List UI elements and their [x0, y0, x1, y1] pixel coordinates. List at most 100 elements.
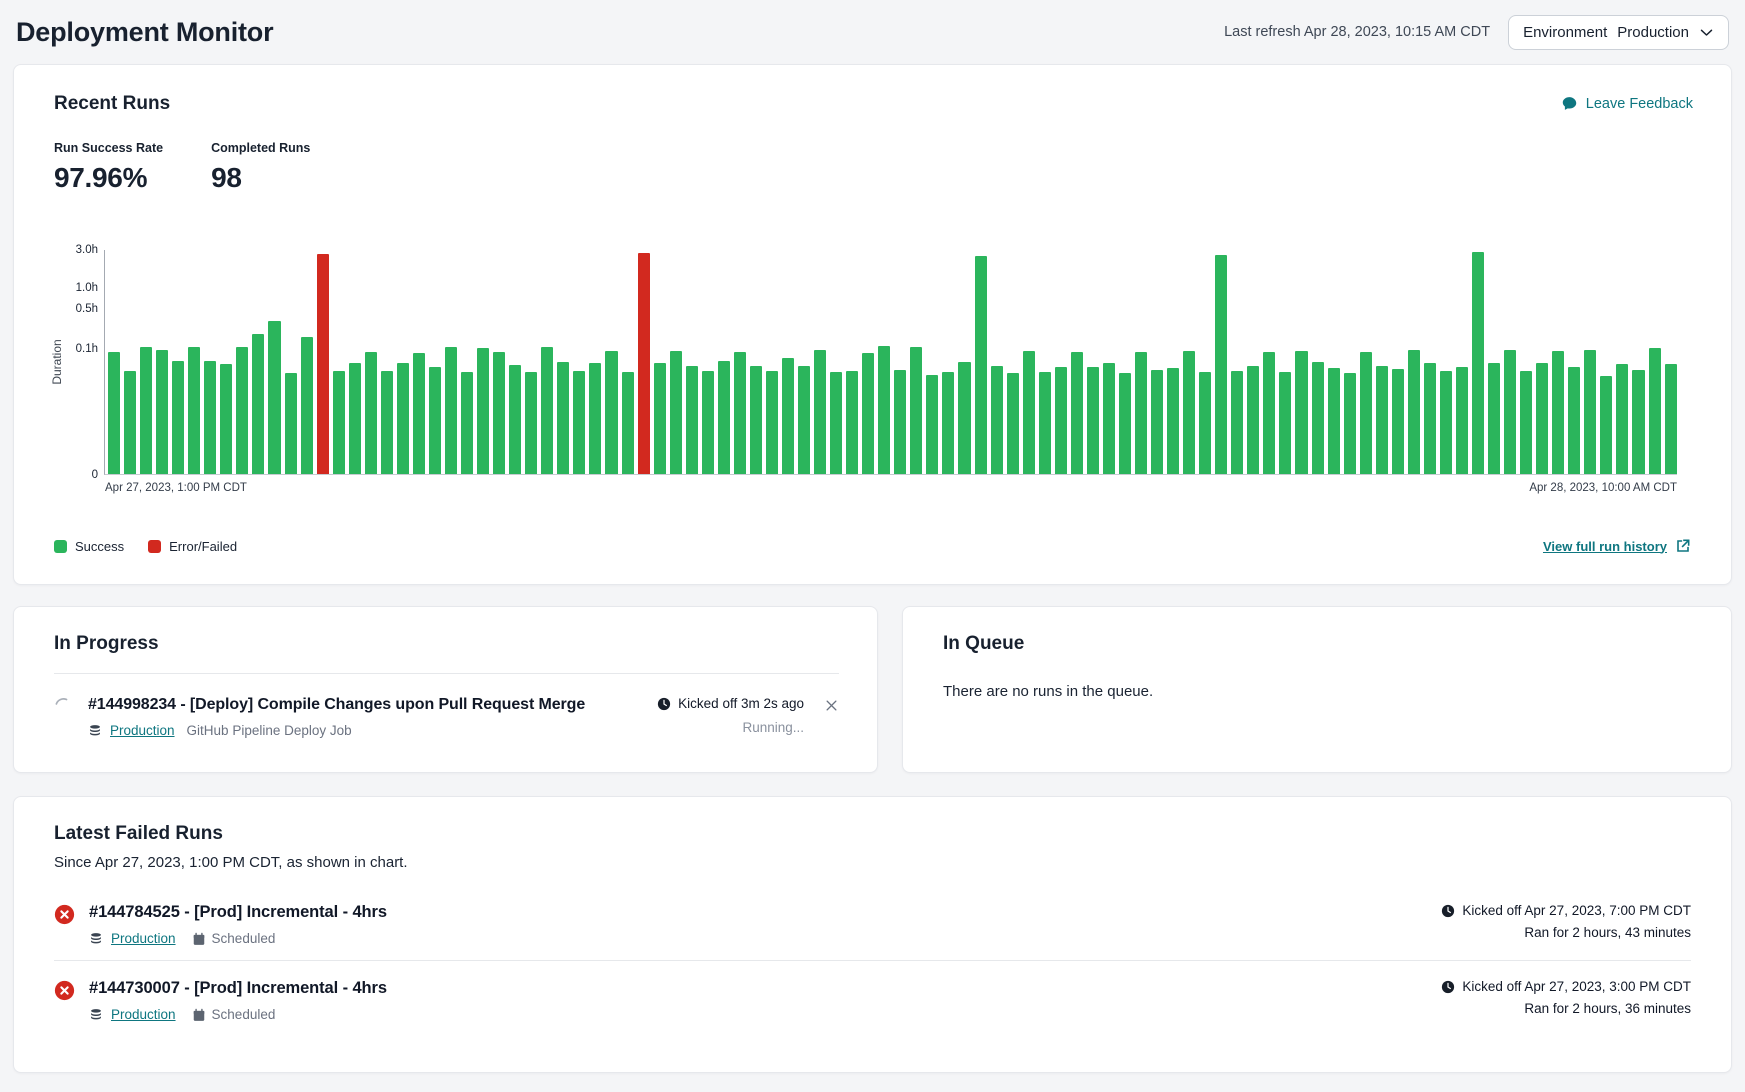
- run-bar-success[interactable]: [1279, 372, 1291, 474]
- run-bar-success[interactable]: [718, 361, 730, 474]
- run-bar-success[interactable]: [220, 364, 232, 474]
- run-bar-success[interactable]: [782, 358, 794, 474]
- run-bar-success[interactable]: [188, 347, 200, 474]
- run-bar-success[interactable]: [1424, 363, 1436, 474]
- run-bar-success[interactable]: [1600, 376, 1612, 474]
- run-bar-success[interactable]: [1536, 363, 1548, 474]
- run-bar-success[interactable]: [381, 371, 393, 474]
- view-full-run-history-link[interactable]: View full run history: [1543, 538, 1691, 554]
- run-bar-success[interactable]: [204, 361, 216, 474]
- run-bar-failed[interactable]: [638, 253, 650, 474]
- run-bar-failed[interactable]: [317, 254, 329, 474]
- run-bar-success[interactable]: [509, 365, 521, 474]
- run-bar-success[interactable]: [1616, 364, 1628, 474]
- run-bar-success[interactable]: [1055, 367, 1067, 474]
- run-bar-success[interactable]: [1119, 373, 1131, 474]
- run-bar-success[interactable]: [894, 370, 906, 474]
- run-bar-success[interactable]: [525, 372, 537, 474]
- run-bar-success[interactable]: [1295, 351, 1307, 474]
- run-bar-success[interactable]: [1007, 373, 1019, 474]
- run-bar-success[interactable]: [605, 351, 617, 474]
- run-bar-success[interactable]: [734, 352, 746, 474]
- run-bar-success[interactable]: [1151, 370, 1163, 475]
- run-bar-success[interactable]: [445, 347, 457, 474]
- run-bar-success[interactable]: [1087, 367, 1099, 474]
- run-bar-success[interactable]: [1360, 352, 1372, 474]
- run-bar-success[interactable]: [140, 347, 152, 474]
- leave-feedback-link[interactable]: Leave Feedback: [1561, 95, 1693, 112]
- run-bar-success[interactable]: [830, 372, 842, 474]
- run-bar-success[interactable]: [477, 348, 489, 474]
- run-bar-success[interactable]: [670, 351, 682, 474]
- run-bar-success[interactable]: [1071, 352, 1083, 474]
- run-bar-success[interactable]: [798, 366, 810, 474]
- run-bar-success[interactable]: [1183, 351, 1195, 474]
- run-bar-success[interactable]: [1552, 351, 1564, 475]
- close-icon[interactable]: [824, 698, 839, 713]
- run-bar-success[interactable]: [1376, 366, 1388, 475]
- run-bar-success[interactable]: [1488, 363, 1500, 474]
- run-bar-success[interactable]: [766, 371, 778, 474]
- run-bar-success[interactable]: [573, 371, 585, 474]
- run-bar-success[interactable]: [814, 350, 826, 474]
- run-bar-success[interactable]: [124, 371, 136, 474]
- run-bar-success[interactable]: [1039, 372, 1051, 474]
- failed-run-environment-link[interactable]: Production: [111, 931, 176, 946]
- run-bar-success[interactable]: [1504, 350, 1516, 474]
- run-bar-success[interactable]: [413, 353, 425, 474]
- run-bar-success[interactable]: [156, 350, 168, 474]
- run-bar-success[interactable]: [862, 353, 874, 475]
- run-bar-success[interactable]: [1247, 366, 1259, 474]
- run-bar-success[interactable]: [750, 366, 762, 475]
- run-bar-success[interactable]: [268, 321, 280, 474]
- run-bar-success[interactable]: [1584, 350, 1596, 474]
- run-bar-success[interactable]: [365, 352, 377, 474]
- run-bar-success[interactable]: [301, 337, 313, 474]
- run-bar-success[interactable]: [926, 375, 938, 474]
- run-bar-success[interactable]: [397, 363, 409, 474]
- run-bar-success[interactable]: [1440, 371, 1452, 474]
- run-bar-success[interactable]: [557, 362, 569, 474]
- run-bar-success[interactable]: [975, 256, 987, 474]
- run-bar-success[interactable]: [1408, 350, 1420, 474]
- run-environment-link[interactable]: Production: [110, 723, 175, 738]
- run-bar-success[interactable]: [991, 366, 1003, 475]
- run-bar-success[interactable]: [1568, 367, 1580, 474]
- run-bar-success[interactable]: [1649, 348, 1661, 474]
- run-bar-success[interactable]: [1632, 370, 1644, 475]
- run-bar-success[interactable]: [1665, 364, 1677, 474]
- run-bar-success[interactable]: [846, 371, 858, 474]
- run-bar-success[interactable]: [1231, 371, 1243, 474]
- run-bar-success[interactable]: [1135, 352, 1147, 474]
- run-bar-success[interactable]: [1328, 368, 1340, 474]
- run-bar-success[interactable]: [622, 372, 634, 474]
- run-bar-success[interactable]: [1023, 351, 1035, 474]
- run-bar-success[interactable]: [942, 372, 954, 474]
- run-bar-success[interactable]: [1344, 373, 1356, 474]
- run-bar-success[interactable]: [1472, 252, 1484, 474]
- run-bar-success[interactable]: [1215, 255, 1227, 474]
- run-bar-success[interactable]: [958, 362, 970, 474]
- run-bar-success[interactable]: [252, 334, 264, 474]
- run-bar-success[interactable]: [1263, 352, 1275, 474]
- run-bar-success[interactable]: [878, 346, 890, 474]
- run-bar-success[interactable]: [1167, 368, 1179, 474]
- run-bar-success[interactable]: [461, 372, 473, 474]
- run-bar-success[interactable]: [236, 347, 248, 475]
- run-bar-success[interactable]: [493, 352, 505, 475]
- failed-run-environment-link[interactable]: Production: [111, 1007, 176, 1022]
- run-bar-success[interactable]: [1392, 369, 1404, 474]
- run-bar-success[interactable]: [429, 367, 441, 474]
- run-bar-success[interactable]: [349, 363, 361, 474]
- run-bar-success[interactable]: [1312, 362, 1324, 474]
- run-bar-success[interactable]: [910, 347, 922, 475]
- run-bar-success[interactable]: [1199, 372, 1211, 474]
- run-bar-success[interactable]: [333, 371, 345, 474]
- run-bar-success[interactable]: [702, 371, 714, 474]
- environment-select[interactable]: Environment Production: [1508, 15, 1729, 50]
- run-bar-success[interactable]: [654, 363, 666, 474]
- run-bar-success[interactable]: [285, 373, 297, 474]
- run-bar-success[interactable]: [589, 363, 601, 474]
- run-bar-success[interactable]: [1103, 363, 1115, 474]
- run-bar-success[interactable]: [1520, 371, 1532, 474]
